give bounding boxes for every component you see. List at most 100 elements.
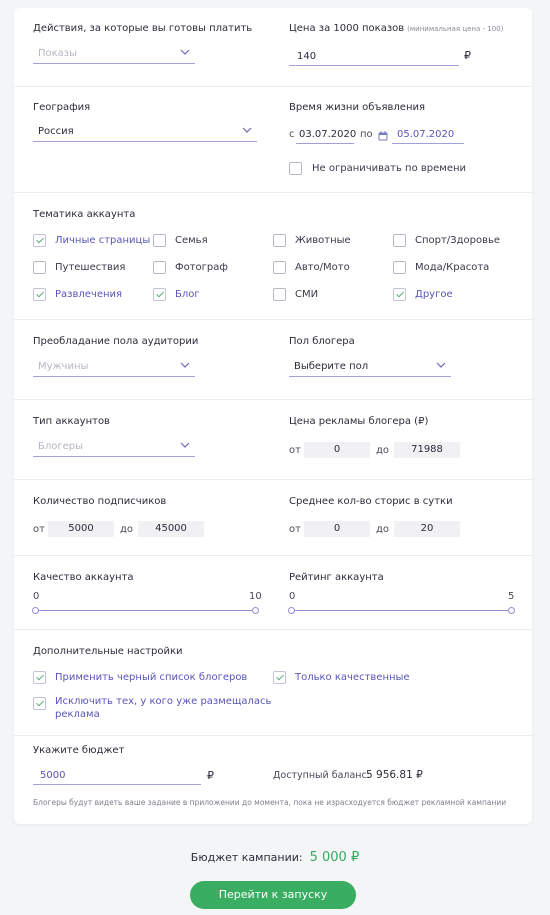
blogger-gender-label: Пол блогера [289,336,355,347]
rating-slider-min-handle[interactable] [288,607,295,614]
audience-gender-label: Преобладание пола аудитории [33,336,199,347]
lifetime-from-value: 03.07.2020 [299,129,357,140]
checkbox-box[interactable] [393,233,406,247]
checkbox-box[interactable] [33,697,46,710]
lifetime-from-label: с [289,129,295,140]
divider [14,399,532,400]
stories-from-input[interactable]: 0 [304,521,370,537]
ad-price-from-input[interactable]: 0 [304,442,370,458]
checkbox-box[interactable] [33,287,46,301]
exclude-line-2: реклама [55,709,100,720]
topic-checkbox[interactable]: Животные [273,232,351,248]
actions-select[interactable]: Показы [33,44,195,64]
lifetime-to-value: 05.07.2020 [397,129,455,140]
ad-price-from-label: от [289,445,301,456]
checkbox-box[interactable] [393,260,406,274]
topic-checkbox[interactable]: Авто/Мото [273,259,350,275]
budget-currency: ₽ [207,769,214,782]
checkbox-box[interactable] [273,260,286,274]
checkbox-box[interactable] [153,260,166,274]
quality-slider-min-handle[interactable] [32,607,39,614]
checkbox-box[interactable] [273,233,286,247]
followers-to-input[interactable]: 45000 [138,521,204,537]
quality-max-label: 10 [249,591,262,602]
lifetime-to-input[interactable]: 05.07.2020 [392,124,464,144]
account-type-select[interactable]: Блогеры [33,437,195,457]
blacklist-checkbox[interactable]: Применить черный список блогеров [33,669,247,685]
chevron-down-icon [180,442,190,448]
stories-to-input[interactable]: 20 [394,521,460,537]
topic-label: Семья [175,234,208,246]
lifetime-label: Время жизни объявления [289,102,425,113]
campaign-budget-amount: 5 000 ₽ [309,850,360,865]
ad-price-to-input[interactable]: 71988 [394,442,460,458]
quality-min-label: 0 [33,591,40,602]
topic-checkbox[interactable]: Другое [393,286,453,302]
geo-select[interactable]: Россия [33,122,257,142]
topics-label: Тематика аккаунта [33,209,136,220]
budget-note: Блогеры будут видеть ваше задание в прил… [33,798,507,807]
blogger-gender-select[interactable]: Выберите пол [289,357,451,377]
topic-label: Личные страницы [55,234,151,246]
calendar-icon[interactable] [378,131,388,141]
launch-button[interactable]: Перейти к запуску [190,881,356,909]
budget-input[interactable]: 5000 [33,765,201,785]
topic-checkbox[interactable]: Семья [153,232,208,248]
checkbox-box[interactable] [393,287,406,301]
checkbox-box[interactable] [289,161,302,175]
topic-checkbox[interactable]: Фотограф [153,259,228,275]
checkbox-box[interactable] [33,260,46,274]
topic-checkbox[interactable]: Путешествия [33,259,125,275]
topic-label: Другое [415,288,453,300]
topic-checkbox[interactable]: Спорт/Здоровье [393,232,500,248]
topic-checkbox[interactable]: СМИ [273,286,318,302]
campaign-budget: Бюджет кампании: 5 000 ₽ [0,850,550,865]
exclude-placed-checkbox[interactable]: Исключить тех, у кого уже размещалась рек… [33,695,271,725]
rating-label: Рейтинг аккаунта [289,572,384,583]
divider [14,479,532,480]
actions-value: Показы [38,48,78,59]
quality-slider-track[interactable] [36,610,256,611]
geo-value: Россия [38,126,74,137]
checkbox-box[interactable] [33,670,46,684]
checkbox-box[interactable] [153,233,166,247]
divider [14,86,532,87]
chevron-down-icon [180,49,190,55]
quality-only-checkbox[interactable]: Только качественные [273,669,410,685]
topic-label: Авто/Мото [295,261,350,273]
blacklist-label: Применить черный список блогеров [55,671,248,683]
price-label-text: Цена за 1000 показов [289,23,405,34]
topic-checkbox[interactable]: Личные страницы [33,232,150,248]
actions-label: Действия, за которые вы готовы платить [33,23,253,34]
topic-label: Развлечения [55,288,123,300]
lifetime-from-input[interactable]: 03.07.2020 [296,124,357,144]
followers-from-input[interactable]: 5000 [48,521,114,537]
quality-only-label: Только качественные [295,671,410,683]
checkbox-box[interactable] [33,233,46,247]
audience-gender-select[interactable]: Мужчины [33,357,195,377]
budget-label: Укажите бюджет [33,745,125,756]
checkbox-box[interactable] [273,670,286,684]
topic-checkbox[interactable]: Развлечения [33,286,122,302]
unlimited-label: Не ограничивать по времени [312,162,467,174]
settings-card: Действия, за которые вы готовы платить П… [14,8,532,824]
rating-slider-track[interactable] [292,610,512,611]
checkbox-box[interactable] [273,287,286,301]
campaign-budget-label: Бюджет кампании: [190,851,303,864]
rating-slider-max-handle[interactable] [508,607,515,614]
topic-checkbox[interactable]: Блог [153,286,200,302]
topic-label: СМИ [295,288,319,300]
divider [14,192,532,193]
topic-label: Путешествия [55,261,126,273]
ad-price-to-label: до [376,445,390,456]
price-hint: (минимальная цена - 100) [407,25,504,33]
checkbox-box[interactable] [153,287,166,301]
stories-to-label: до [376,524,390,535]
topic-checkbox[interactable]: Мода/Красота [393,259,489,275]
unlimited-checkbox[interactable]: Не ограничивать по времени [289,160,466,176]
price-label: Цена за 1000 показов (минимальная цена - … [289,23,503,34]
topic-label: Животные [295,234,351,246]
price-currency: ₽ [464,49,471,62]
price-input[interactable]: 140 [289,46,459,66]
quality-slider-max-handle[interactable] [252,607,259,614]
